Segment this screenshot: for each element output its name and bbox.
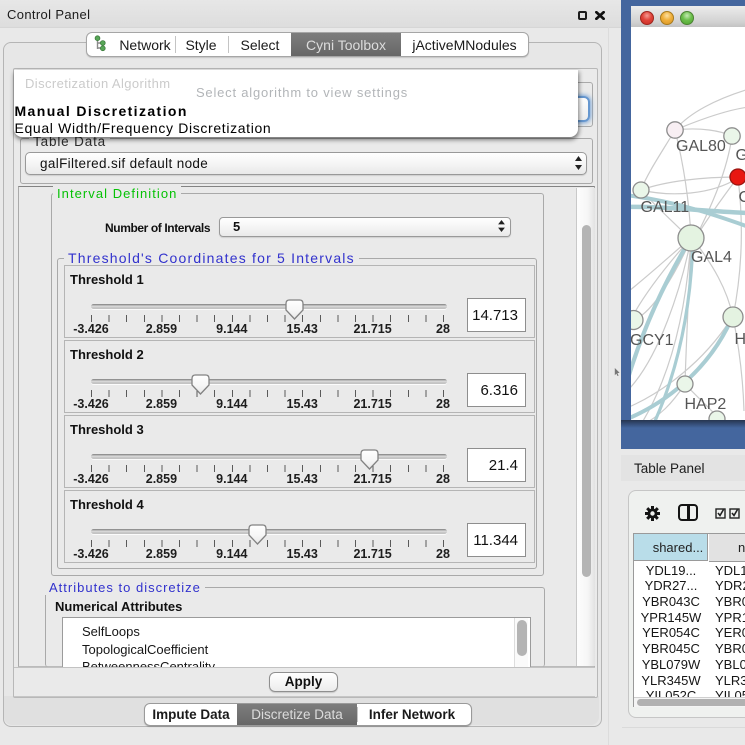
svg-text:HA: HA: [735, 331, 745, 348]
svg-text:GAL11: GAL11: [641, 199, 690, 216]
svg-text:GCY1: GCY1: [631, 332, 674, 349]
svg-text:C: C: [739, 189, 745, 206]
svg-text:GAL80: GAL80: [676, 138, 726, 155]
svg-text:GA: GA: [736, 147, 745, 164]
svg-text:GAL4: GAL4: [691, 249, 732, 266]
svg-text:HAP2: HAP2: [685, 396, 727, 413]
